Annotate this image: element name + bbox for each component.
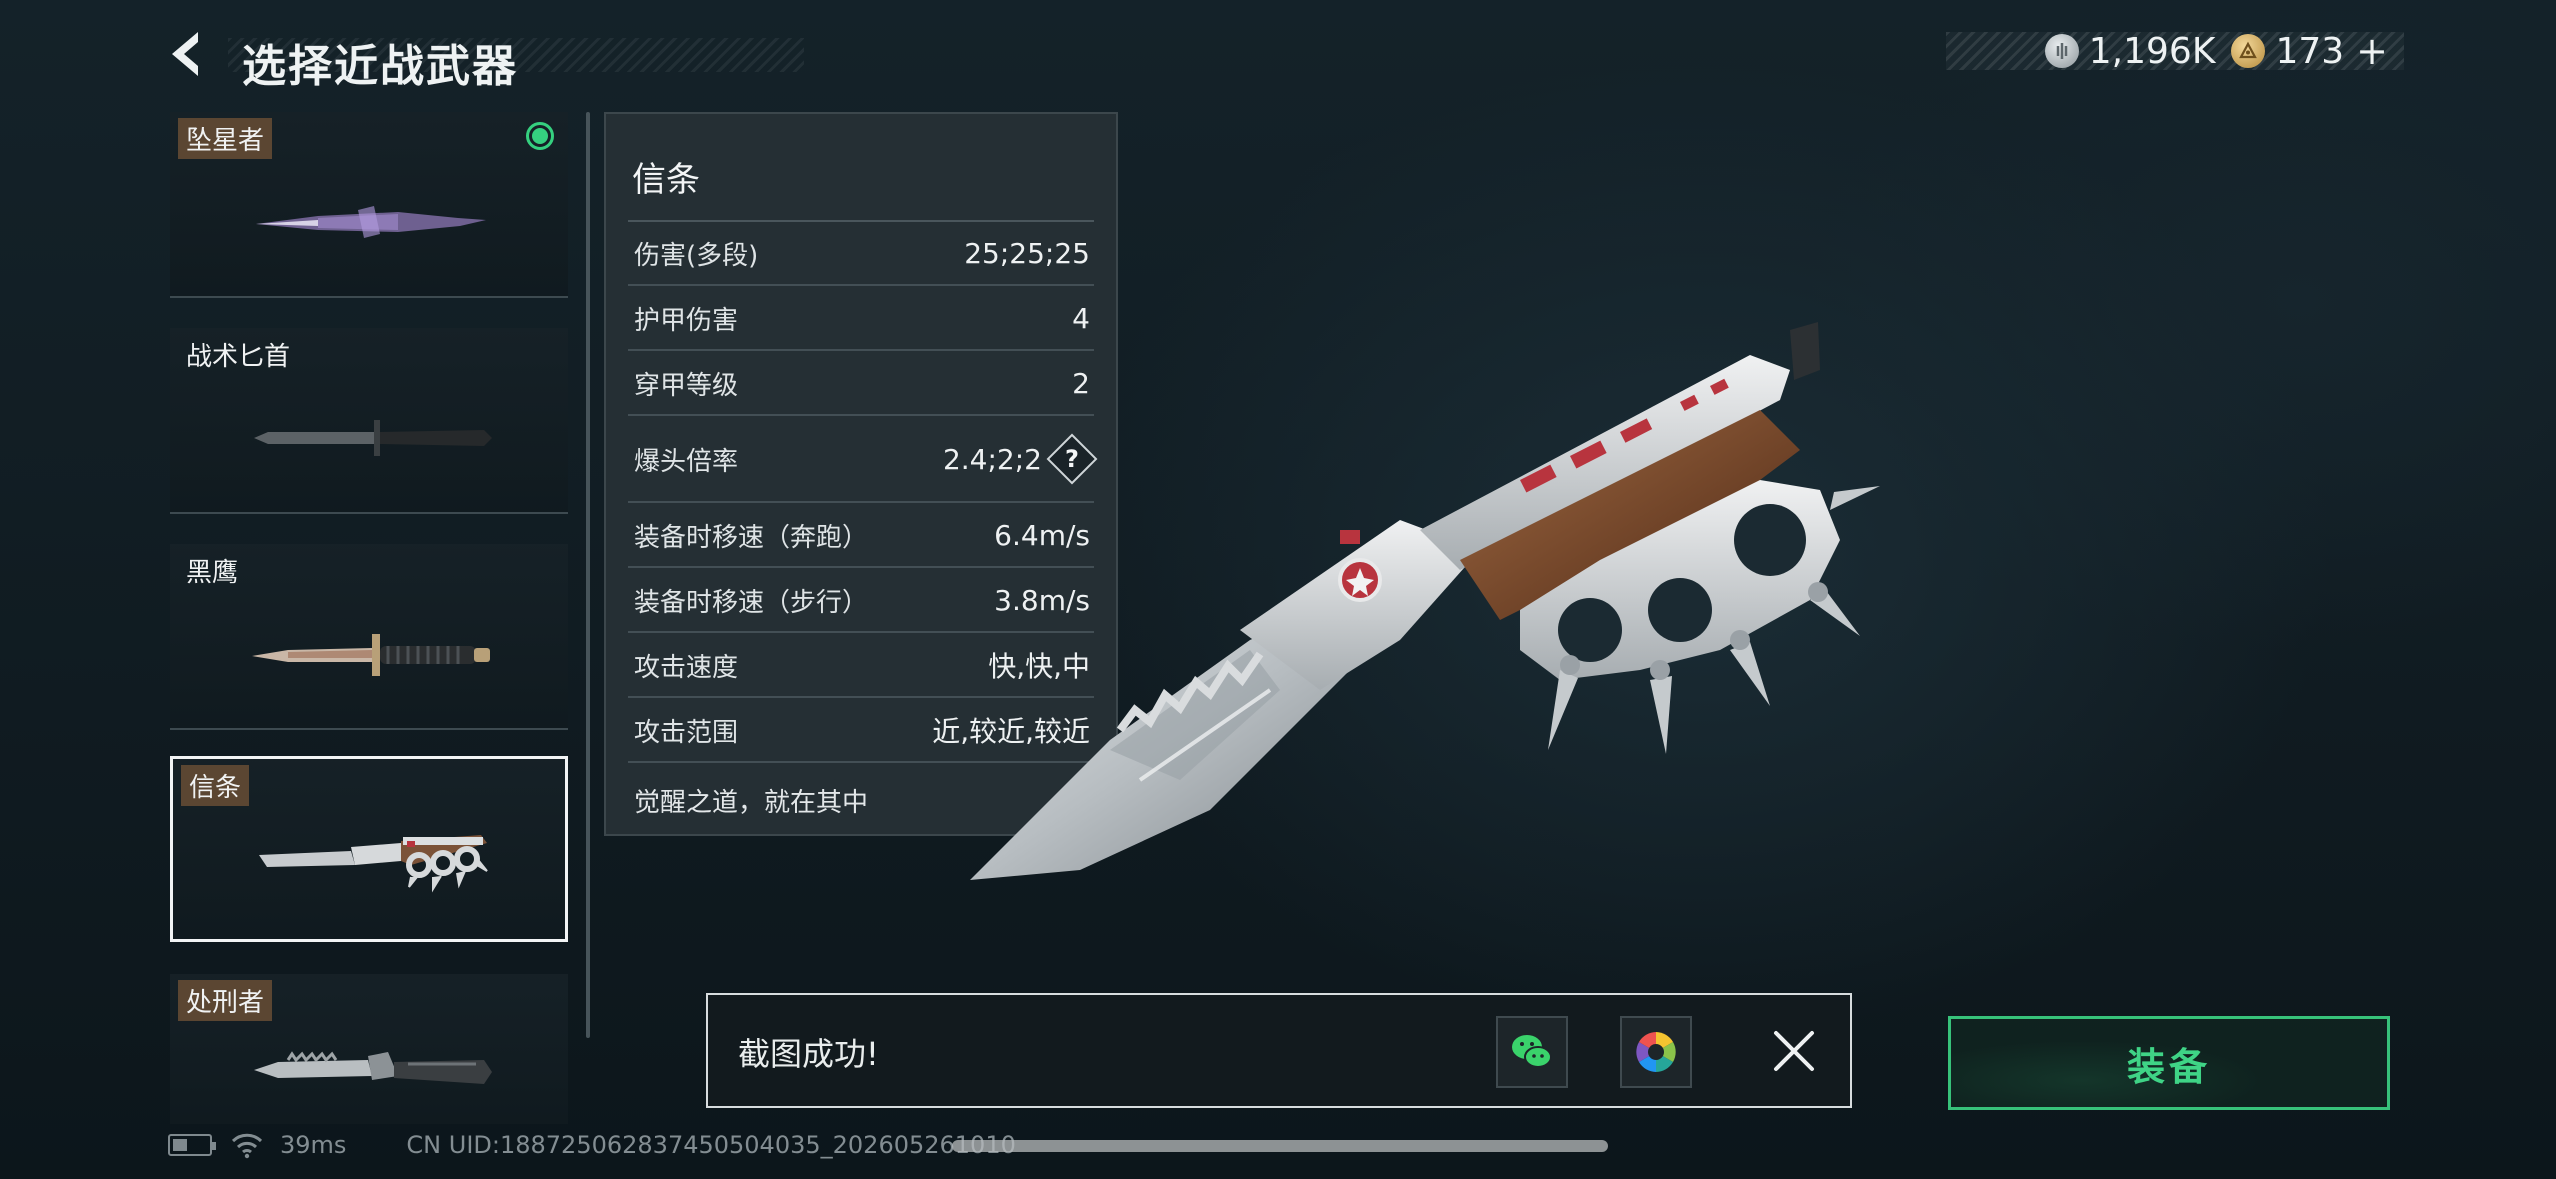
stat-label: 伤害(多段) bbox=[634, 240, 759, 271]
toast-message: 截图成功! bbox=[738, 1035, 879, 1073]
stat-label: 爆头倍率 bbox=[634, 446, 739, 477]
close-icon[interactable] bbox=[1768, 1025, 1820, 1077]
weapon-name: 战术匕首 bbox=[186, 342, 291, 372]
battery-icon bbox=[168, 1134, 216, 1156]
stat-label: 装备时移速（奔跑） bbox=[634, 522, 869, 553]
stat-label: 装备时移速（步行） bbox=[634, 587, 869, 618]
wifi-icon bbox=[231, 1133, 263, 1159]
knife-thumbnail-icon bbox=[259, 835, 488, 893]
currency-bar: 1,196K 173 + bbox=[1946, 29, 2404, 73]
stat-label: 攻击范围 bbox=[634, 717, 739, 748]
knuckle-knife-render-icon bbox=[970, 322, 1880, 880]
game-screen: 选择近战武器 1,196K 173 + 坠星者 战术匕首 黑鹰 信条 处刑者 信… bbox=[0, 0, 2556, 1179]
weapon-card-xintiao[interactable]: 信条 bbox=[170, 756, 568, 942]
ping-text: 39ms bbox=[280, 1131, 347, 1159]
equip-button[interactable]: 装备 bbox=[1948, 1016, 2390, 1110]
page-title: 选择近战武器 bbox=[242, 41, 518, 92]
wechat-icon bbox=[1512, 1035, 1552, 1068]
weapon-card-zhuixingzhe[interactable]: 坠星者 bbox=[170, 112, 568, 298]
gold-currency[interactable]: 173 + bbox=[2231, 29, 2388, 73]
weapon-card-tactical-dagger[interactable]: 战术匕首 bbox=[170, 328, 568, 514]
weapon-name: 黑鹰 bbox=[186, 558, 239, 588]
silver-currency: 1,196K bbox=[2044, 30, 2216, 72]
weapon-list-scrollbar[interactable] bbox=[586, 112, 590, 1038]
weapon-name: 信条 bbox=[181, 765, 250, 806]
knife-thumbnail-icon bbox=[256, 206, 486, 238]
stats-weapon-name: 信条 bbox=[632, 160, 700, 200]
home-indicator[interactable] bbox=[952, 1140, 1608, 1152]
silver-value: 1,196K bbox=[2088, 30, 2216, 72]
gold-coin-icon bbox=[2231, 34, 2266, 68]
knife-thumbnail-icon bbox=[254, 420, 492, 456]
header: 选择近战武器 bbox=[168, 28, 804, 92]
uid-text: CN UID:188725062837450504035_20260526101… bbox=[406, 1131, 1016, 1159]
equipped-indicator-icon bbox=[526, 122, 554, 150]
stat-label: 攻击速度 bbox=[634, 652, 739, 683]
knife-thumbnail-icon bbox=[254, 1051, 492, 1084]
equip-button-label: 装备 bbox=[2126, 1044, 2211, 1089]
back-arrow-icon bbox=[172, 32, 198, 76]
stat-label: 护甲伤害 bbox=[634, 305, 739, 336]
stat-value: 25;25;25 bbox=[964, 236, 1090, 270]
weapon-card-heiying[interactable]: 黑鹰 bbox=[170, 544, 568, 730]
weapon-motto: 觉醒之道，就在其中 bbox=[634, 788, 869, 818]
stat-label: 穿甲等级 bbox=[634, 370, 739, 401]
screenshot-toast: 截图成功! bbox=[706, 993, 1852, 1108]
weapon-name: 处刑者 bbox=[178, 980, 273, 1021]
weapon-list: 坠星者 战术匕首 黑鹰 信条 处刑者 bbox=[170, 112, 570, 1124]
add-currency-button[interactable]: + bbox=[2356, 29, 2388, 73]
stat-row-damage: 伤害(多段) 25;25;25 bbox=[628, 222, 1094, 286]
knife-thumbnail-icon bbox=[252, 634, 490, 676]
weapon-name: 坠星者 bbox=[178, 118, 273, 159]
moments-icon bbox=[1636, 1032, 1676, 1072]
weapon-card-chuxingzhe[interactable]: 处刑者 bbox=[170, 974, 568, 1124]
share-moments-button[interactable] bbox=[1620, 1016, 1692, 1088]
silver-coin-icon bbox=[2044, 34, 2079, 68]
gold-value: 173 bbox=[2275, 30, 2345, 72]
share-wechat-button[interactable] bbox=[1496, 1016, 1568, 1088]
back-button[interactable] bbox=[168, 28, 212, 80]
